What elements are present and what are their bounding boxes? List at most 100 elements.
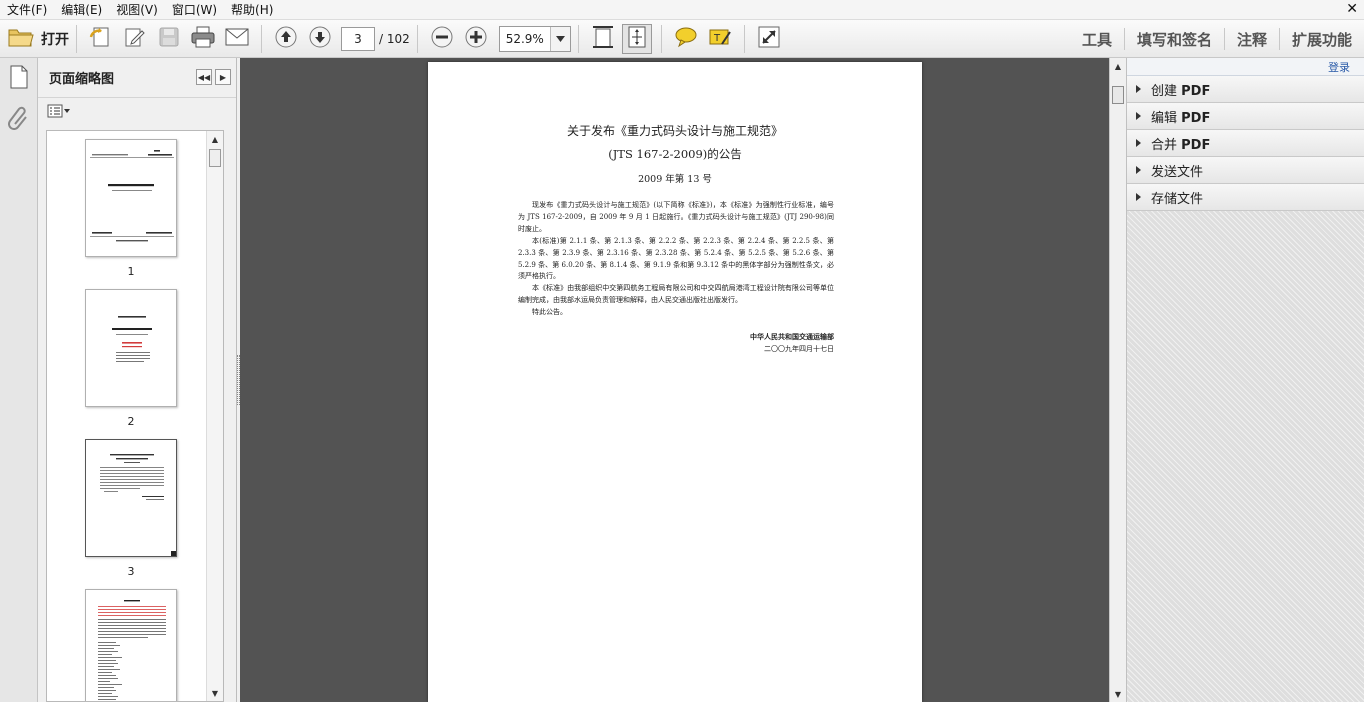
expand-triangle-icon — [1136, 139, 1141, 147]
zoom-select[interactable]: 52.9% — [498, 25, 571, 52]
edit-pdf-button[interactable] — [120, 24, 150, 54]
paperclip-icon — [8, 104, 30, 133]
thumbnail-item[interactable]: 3 — [85, 439, 177, 578]
fit-page-button[interactable] — [621, 23, 652, 54]
thumbnail-list: 1 2 3 ▲ ▼ — [46, 130, 224, 702]
merge-pdf-item[interactable]: 合并 PDF — [1127, 130, 1364, 157]
scroll-down-icon[interactable]: ▼ — [1110, 686, 1126, 702]
thumbnail-number: 2 — [127, 415, 135, 428]
panel-links: 工具 填写和签名 注释 扩展功能 — [1070, 20, 1364, 58]
scroll-down-icon[interactable]: ▼ — [207, 685, 223, 701]
fit-width-icon — [592, 25, 614, 52]
item-label: 发送文件 — [1151, 164, 1204, 180]
expand-triangle-icon — [1136, 85, 1141, 93]
thumbnail-number: 3 — [127, 565, 135, 578]
thumbnail-panel-header: 页面缩略图 ◀◀ ▶ — [38, 58, 236, 98]
arrow-down-icon — [308, 25, 332, 52]
zoom-in-button[interactable] — [461, 24, 491, 54]
menu-help[interactable]: 帮助(H) — [224, 0, 280, 20]
fit-width-button[interactable] — [588, 24, 618, 54]
scroll-up-icon[interactable]: ▲ — [207, 131, 223, 147]
page-thumbnails-tab[interactable] — [0, 58, 38, 98]
thumbnail-item[interactable] — [85, 589, 177, 701]
menu-view[interactable]: 视图(V) — [109, 0, 165, 20]
expand-right-icon[interactable]: ▶ — [215, 69, 231, 85]
extend-link[interactable]: 扩展功能 — [1280, 29, 1364, 50]
signature-date: 二〇〇九年四月十七日 — [764, 345, 834, 353]
expand-triangle-icon — [1136, 112, 1141, 120]
menu-edit[interactable]: 编辑(E) — [54, 0, 109, 20]
store-file-item[interactable]: 存储文件 — [1127, 184, 1364, 211]
expand-triangle-icon — [1136, 166, 1141, 174]
page-number-input[interactable]: 3 — [341, 26, 375, 51]
paragraph: 本(标准)第 2.1.1 条、第 2.1.3 条、第 2.2.2 条、第 2.2… — [518, 236, 834, 281]
collapse-left-icon[interactable]: ◀◀ — [196, 69, 212, 85]
thumbnail-item[interactable]: 1 — [85, 139, 177, 278]
thumbnail-panel: 页面缩略图 ◀◀ ▶ 1 2 3 ▲ ▼ — [38, 58, 237, 702]
send-file-item[interactable]: 发送文件 — [1127, 157, 1364, 184]
attachments-tab[interactable] — [0, 98, 38, 138]
speech-bubble-icon — [674, 26, 698, 51]
paragraph: 现发布《重力式码头设计与施工规范》(以下简称《标准》)，本《标准》为强制性行业标… — [518, 201, 834, 233]
page-total: / 102 — [379, 31, 410, 46]
menu-bar: 文件(F) 编辑(E) 视图(V) 窗口(W) 帮助(H) ✕ — [0, 0, 1364, 20]
thumbnail-page-2 — [85, 289, 177, 407]
tools-link[interactable]: 工具 — [1070, 29, 1124, 50]
navigation-rail — [0, 58, 38, 702]
expand-triangle-icon — [1136, 193, 1141, 201]
menu-window[interactable]: 窗口(W) — [165, 0, 224, 20]
item-label: 存储文件 — [1151, 191, 1204, 207]
scroll-up-icon[interactable]: ▲ — [1110, 58, 1126, 74]
document-scrollbar[interactable]: ▲ ▼ — [1109, 58, 1126, 702]
thumbnail-page-3 — [85, 439, 177, 557]
item-label: 创建 PDF — [1151, 83, 1211, 99]
toolbar-separator — [416, 24, 418, 53]
open-button[interactable]: 打开 — [8, 24, 69, 54]
thumbnail-page-4 — [85, 589, 177, 701]
chevron-down-icon[interactable] — [549, 26, 570, 51]
printer-icon — [191, 26, 215, 51]
envelope-icon — [225, 28, 249, 49]
login-link[interactable]: 登录 — [1328, 59, 1350, 75]
login-bar: 登录 — [1127, 58, 1364, 76]
save-button[interactable] — [154, 24, 184, 54]
highlight-icon: T — [708, 26, 732, 51]
svg-text:T: T — [713, 33, 721, 44]
comment-button[interactable] — [671, 24, 701, 54]
fullscreen-button[interactable] — [754, 24, 784, 54]
thumbnail-options[interactable] — [38, 98, 236, 126]
zoom-out-button[interactable] — [427, 24, 457, 54]
fill-sign-link[interactable]: 填写和签名 — [1125, 29, 1224, 50]
zoom-in-icon — [464, 25, 488, 52]
toolbar-separator — [76, 24, 77, 53]
thumbnail-item[interactable]: 2 — [85, 289, 177, 428]
thumbnail-scroll-thumb[interactable] — [209, 149, 221, 167]
create-pdf-button[interactable] — [86, 24, 116, 54]
email-button[interactable] — [222, 24, 252, 54]
toolbar-separator — [660, 24, 662, 53]
next-page-button[interactable] — [305, 24, 335, 54]
close-document-icon[interactable]: ✕ — [1346, 1, 1358, 17]
print-button[interactable] — [188, 24, 218, 54]
thumbnail-page-1 — [85, 139, 177, 257]
toolbar-separator — [261, 24, 262, 53]
edit-pdf-item[interactable]: 编辑 PDF — [1127, 103, 1364, 130]
create-pdf-icon — [89, 25, 113, 52]
zoom-out-icon — [430, 25, 454, 52]
save-icon — [158, 26, 180, 51]
create-pdf-item[interactable]: 创建 PDF — [1127, 76, 1364, 103]
thumbnail-scrollbar[interactable]: ▲ ▼ — [206, 131, 223, 701]
document-viewport: 关于发布《重力式码头设计与施工规范》 (JTS 167-2-2009)的公告 2… — [240, 58, 1109, 702]
paragraph: 本《标准》由我部组织中交第四航务工程局有限公司和中交四航局港湾工程设计院有限公司… — [518, 284, 834, 305]
document-scroll-thumb[interactable] — [1112, 86, 1124, 104]
menu-file[interactable]: 文件(F) — [0, 0, 54, 20]
document-body: 现发布《重力式码头设计与施工规范》(以下简称《标准》)，本《标准》为强制性行业标… — [518, 200, 834, 319]
highlight-button[interactable]: T — [705, 24, 735, 54]
expand-icon — [758, 26, 780, 51]
previous-page-button[interactable] — [271, 24, 301, 54]
page-icon — [8, 64, 30, 93]
document-subtitle: (JTS 167-2-2009)的公告 — [608, 147, 742, 161]
item-label: 合并 PDF — [1151, 137, 1211, 153]
comment-link[interactable]: 注释 — [1225, 29, 1279, 50]
paragraph: 特此公告。 — [532, 308, 567, 317]
